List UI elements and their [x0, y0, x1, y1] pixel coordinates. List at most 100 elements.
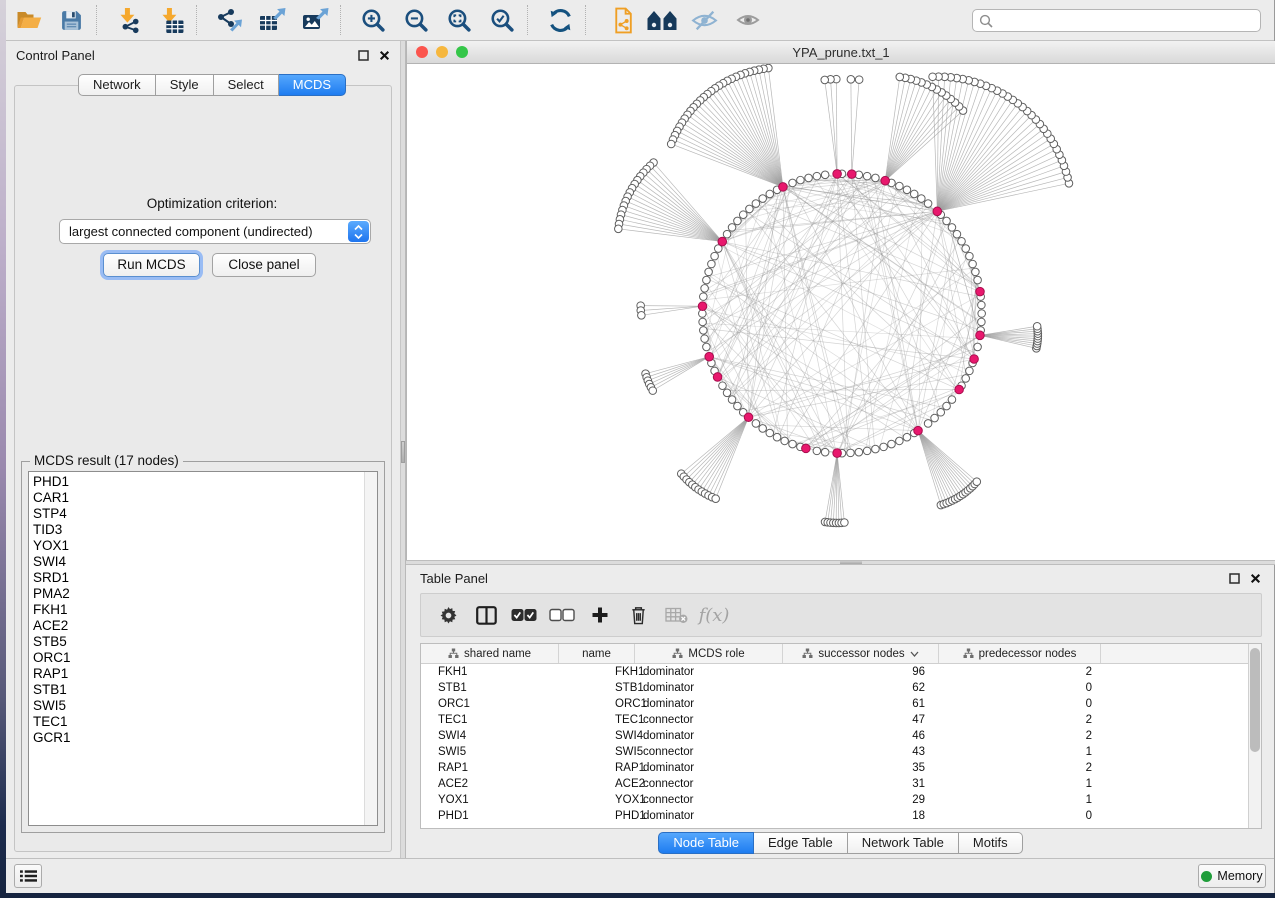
zoom-selected-icon[interactable]: [485, 4, 519, 36]
network-canvas[interactable]: [407, 64, 1274, 559]
mcds-result-item[interactable]: GCR1: [29, 730, 363, 746]
add-column-icon[interactable]: [581, 597, 619, 633]
mcds-result-item[interactable]: YOX1: [29, 538, 363, 554]
search-icon: [979, 14, 993, 28]
table-row[interactable]: YOX1YOX1connector291: [421, 792, 1261, 808]
table-panel-title: Table Panel: [420, 571, 488, 586]
column-header-mcds-role[interactable]: MCDS role: [635, 644, 783, 663]
tab-style[interactable]: Style: [156, 74, 214, 96]
show-all-eye-icon[interactable]: [731, 4, 765, 36]
table-scrollbar[interactable]: [1248, 644, 1261, 828]
criterion-select[interactable]: largest connected component (undirected): [59, 219, 371, 244]
hide-selected-eye-icon[interactable]: [687, 4, 721, 36]
import-network-icon[interactable]: [112, 4, 146, 36]
table-cell: 1: [939, 792, 1101, 808]
column-header-name[interactable]: name: [559, 644, 635, 663]
table-cell: ACE2: [559, 776, 635, 792]
table-cell: 1: [939, 744, 1101, 760]
scrollbar-thumb[interactable]: [1250, 648, 1260, 752]
close-panel-button[interactable]: Close panel: [212, 253, 316, 277]
column-header-predecessor-nodes[interactable]: predecessor nodes: [939, 644, 1101, 663]
table-cell: YOX1: [421, 792, 559, 808]
mcds-result-item[interactable]: STB5: [29, 634, 363, 650]
zoom-fit-icon[interactable]: [442, 4, 476, 36]
mcds-result-item[interactable]: SRD1: [29, 570, 363, 586]
table-settings-gear-icon[interactable]: [429, 597, 467, 633]
export-image-icon[interactable]: [298, 4, 332, 36]
table-row[interactable]: PHD1PHD1dominator180: [421, 808, 1261, 824]
delete-column-trash-icon[interactable]: [619, 597, 657, 633]
run-mcds-button[interactable]: Run MCDS: [103, 253, 200, 277]
memory-label: Memory: [1217, 869, 1262, 883]
table-cell: STB1: [559, 680, 635, 696]
tab-motifs[interactable]: Motifs: [959, 832, 1023, 854]
table-row[interactable]: ORC1ORC1dominator610: [421, 696, 1261, 712]
mcds-list-scrollbar[interactable]: [364, 472, 377, 825]
maximize-window-icon[interactable]: [456, 46, 468, 58]
mcds-result-item[interactable]: STB1: [29, 682, 363, 698]
tab-select[interactable]: Select: [214, 74, 279, 96]
table-cell: TEC1: [559, 712, 635, 728]
table-row[interactable]: TEC1TEC1connector472: [421, 712, 1261, 728]
search-input[interactable]: [997, 14, 1260, 28]
tab-network-table[interactable]: Network Table: [848, 832, 959, 854]
mcds-result-item[interactable]: ACE2: [29, 618, 363, 634]
mcds-result-item[interactable]: PHD1: [29, 474, 363, 490]
table-cell: 2: [939, 760, 1101, 776]
import-table-icon[interactable]: [154, 4, 188, 36]
first-neighbors-icon[interactable]: [645, 4, 679, 36]
table-cell: SWI5: [421, 744, 559, 760]
tab-mcds[interactable]: MCDS: [279, 74, 346, 96]
table-panel-tabs: Node Table Edge Table Network Table Moti…: [406, 832, 1275, 854]
table-row[interactable]: ACE2ACE2connector311: [421, 776, 1261, 792]
open-file-icon[interactable]: [12, 4, 46, 36]
splitter-grip[interactable]: [840, 561, 862, 564]
network-document-icon[interactable]: [605, 4, 639, 36]
toolbar-separator: [585, 5, 595, 35]
mcds-result-item[interactable]: FKH1: [29, 602, 363, 618]
mcds-result-item[interactable]: PMA2: [29, 586, 363, 602]
table-cell: SWI4: [559, 728, 635, 744]
mcds-result-item[interactable]: RAP1: [29, 666, 363, 682]
deselect-all-icon[interactable]: [543, 597, 581, 633]
float-panel-icon[interactable]: [358, 50, 369, 61]
tab-network[interactable]: Network: [78, 74, 156, 96]
table-row[interactable]: FKH1FKH1dominator962: [421, 664, 1261, 680]
close-panel-icon[interactable]: [379, 50, 390, 61]
table-row[interactable]: STB1STB1dominator620: [421, 680, 1261, 696]
splitter-grip[interactable]: [401, 441, 405, 463]
mcds-result-item[interactable]: TEC1: [29, 714, 363, 730]
mcds-result-item[interactable]: SWI5: [29, 698, 363, 714]
close-window-icon[interactable]: [416, 46, 428, 58]
zoom-in-icon[interactable]: [356, 4, 390, 36]
mcds-result-listbox: PHD1CAR1STP4TID3YOX1SWI4SRD1PMA2FKH1ACE2…: [28, 471, 378, 826]
select-all-icon[interactable]: [505, 597, 543, 633]
table-row[interactable]: RAP1RAP1dominator352: [421, 760, 1261, 776]
tab-edge-table[interactable]: Edge Table: [754, 832, 848, 854]
minimize-window-icon[interactable]: [436, 46, 448, 58]
zoom-out-icon[interactable]: [399, 4, 433, 36]
save-session-icon[interactable]: [54, 4, 88, 36]
app-window: Control Panel Network Style Select MCDS …: [6, 0, 1275, 893]
mcds-result-item[interactable]: CAR1: [29, 490, 363, 506]
task-history-button[interactable]: [14, 864, 42, 888]
table-cell: 2: [939, 664, 1101, 680]
export-network-icon[interactable]: [212, 4, 246, 36]
memory-button[interactable]: Memory: [1198, 864, 1266, 888]
column-header-successor-nodes[interactable]: successor nodes: [783, 644, 939, 663]
refresh-icon[interactable]: [543, 4, 577, 36]
mcds-result-item[interactable]: ORC1: [29, 650, 363, 666]
tab-node-table[interactable]: Node Table: [658, 832, 754, 854]
table-row[interactable]: SWI5SWI5connector431: [421, 744, 1261, 760]
mcds-result-item[interactable]: SWI4: [29, 554, 363, 570]
mcds-result-item[interactable]: TID3: [29, 522, 363, 538]
table-row[interactable]: SWI4SWI4dominator462: [421, 728, 1261, 744]
export-table-icon[interactable]: [255, 4, 289, 36]
float-panel-icon[interactable]: [1229, 573, 1240, 584]
mcds-result-item[interactable]: STP4: [29, 506, 363, 522]
close-panel-icon[interactable]: [1250, 573, 1261, 584]
table-cell: 18: [783, 808, 939, 824]
column-header-shared-name[interactable]: shared name: [421, 644, 559, 663]
show-columns-icon[interactable]: [467, 597, 505, 633]
table-cell: connector: [635, 712, 783, 728]
